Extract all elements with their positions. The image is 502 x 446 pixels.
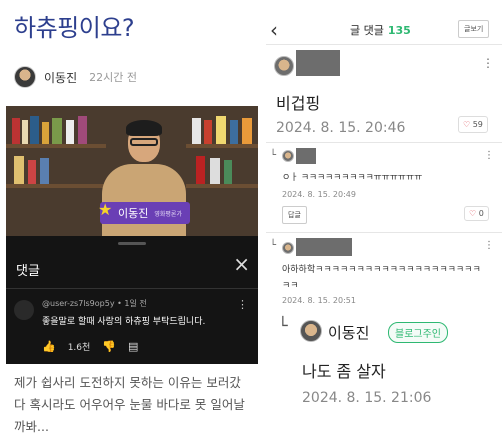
like-count: 0 xyxy=(478,209,484,218)
divider xyxy=(266,232,502,233)
commenter-avatar[interactable] xyxy=(274,56,294,76)
drag-handle[interactable] xyxy=(118,242,146,245)
blog-owner-badge: 블로그주인 xyxy=(388,322,448,343)
commenter-avatar[interactable] xyxy=(14,300,34,320)
reply-indent-icon: └ xyxy=(270,150,277,161)
post-time: 22시간 전 xyxy=(89,71,137,84)
right-panel: ‹ 글 댓글 135 글보기 ⋮ 비겁핑 2024. 8. 15. 20:46 ♡… xyxy=(266,0,502,446)
more-options-icon[interactable]: ⋮ xyxy=(484,240,494,251)
divider xyxy=(6,288,258,289)
more-options-icon[interactable]: ⋮ xyxy=(237,298,248,311)
redacted-name xyxy=(296,238,352,256)
video-name-tag: ★ 이동진 영화평론가 xyxy=(98,200,190,224)
like-button[interactable]: ♡ 59 xyxy=(458,116,488,133)
reply-date: 2024. 8. 15. 21:06 xyxy=(302,390,432,406)
heart-icon: ♡ xyxy=(463,120,471,129)
author-name[interactable]: 이동진 xyxy=(44,69,77,86)
left-panel: 하츄핑이요? 이동진 22시간 전 ★ 이동진 영화평론가 댓글 × @user… xyxy=(0,0,262,446)
owner-name[interactable]: 이동진 xyxy=(328,322,369,343)
reply-text: 아하하학ㅋㅋㅋㅋㅋㅋㅋㅋㅋㅋㅋㅋㅋㅋㅋㅋㅋㅋㅋㅋㅋㅋ xyxy=(282,265,481,291)
youtube-comments-panel: 댓글 × @user-zs7ls9op5y • 1일 전 ⋮ 좋을말로 할때 사… xyxy=(6,236,258,364)
reply-date: 2024. 8. 15. 20:51 xyxy=(282,296,356,305)
close-icon[interactable]: × xyxy=(233,252,250,276)
comment-meta: @user-zs7ls9op5y • 1일 전 xyxy=(42,299,147,308)
reply-icon[interactable]: ▤ xyxy=(128,340,138,353)
view-post-button[interactable]: 글보기 xyxy=(458,20,490,38)
commenter-avatar[interactable] xyxy=(282,150,294,162)
heart-icon: ♡ xyxy=(469,209,477,218)
post-title: 하츄핑이요? xyxy=(14,14,135,42)
redacted-name xyxy=(296,148,316,164)
author-row[interactable]: 이동진 22시간 전 xyxy=(14,66,137,88)
reply-indent-icon: └ xyxy=(270,240,277,251)
back-arrow-icon[interactable]: ‹ xyxy=(270,18,278,42)
like-count: 59 xyxy=(472,120,483,129)
comment-actions: 👍 1.6천 👎 ▤ xyxy=(42,340,138,353)
video-thumbnail[interactable]: ★ 이동진 영화평론가 xyxy=(6,106,258,236)
comments-header: 글 댓글 135 xyxy=(350,22,411,38)
reply-text: 나도 좀 살자 xyxy=(302,362,386,381)
like-button[interactable]: ♡ 0 xyxy=(464,206,489,221)
author-avatar[interactable] xyxy=(14,66,36,88)
divider xyxy=(266,44,502,45)
comments-count: 135 xyxy=(387,24,411,37)
star-icon: ★ xyxy=(98,200,113,219)
reply-indent-icon: └ xyxy=(278,316,288,335)
reply-text: ㅇㅏ ㅋㅋㅋㅋㅋㅋㅋㅋㅋㅠㅠㅠㅠㅠㅠ xyxy=(282,173,423,183)
comments-panel-title: 댓글 xyxy=(16,264,40,279)
dislike-icon[interactable]: 👎 xyxy=(102,340,116,353)
redacted-name xyxy=(296,50,340,76)
reply-date: 2024. 8. 15. 20:49 xyxy=(282,190,356,199)
comment-text: 좋을말로 할때 사랑의 하츄핑 부탁드립니다. xyxy=(42,317,206,327)
comments-header-title: 글 댓글 xyxy=(350,24,384,37)
more-options-icon[interactable]: ⋮ xyxy=(482,56,494,70)
post-caption: 제가 쉽사리 도전하지 못하는 이유는 보러갔다 혹시라도 어우어우 눈물 바다… xyxy=(14,375,245,434)
more-options-icon[interactable]: ⋮ xyxy=(484,150,494,161)
reply-button[interactable]: 답글 xyxy=(282,206,307,224)
like-count: 1.6천 xyxy=(67,343,91,353)
commenter-avatar[interactable] xyxy=(282,242,294,254)
owner-avatar[interactable] xyxy=(300,320,322,342)
like-icon[interactable]: 👍 xyxy=(42,340,56,353)
comment-date: 2024. 8. 15. 20:46 xyxy=(276,120,406,136)
divider xyxy=(266,142,502,143)
comment-text: 비겁핑 xyxy=(276,94,321,113)
